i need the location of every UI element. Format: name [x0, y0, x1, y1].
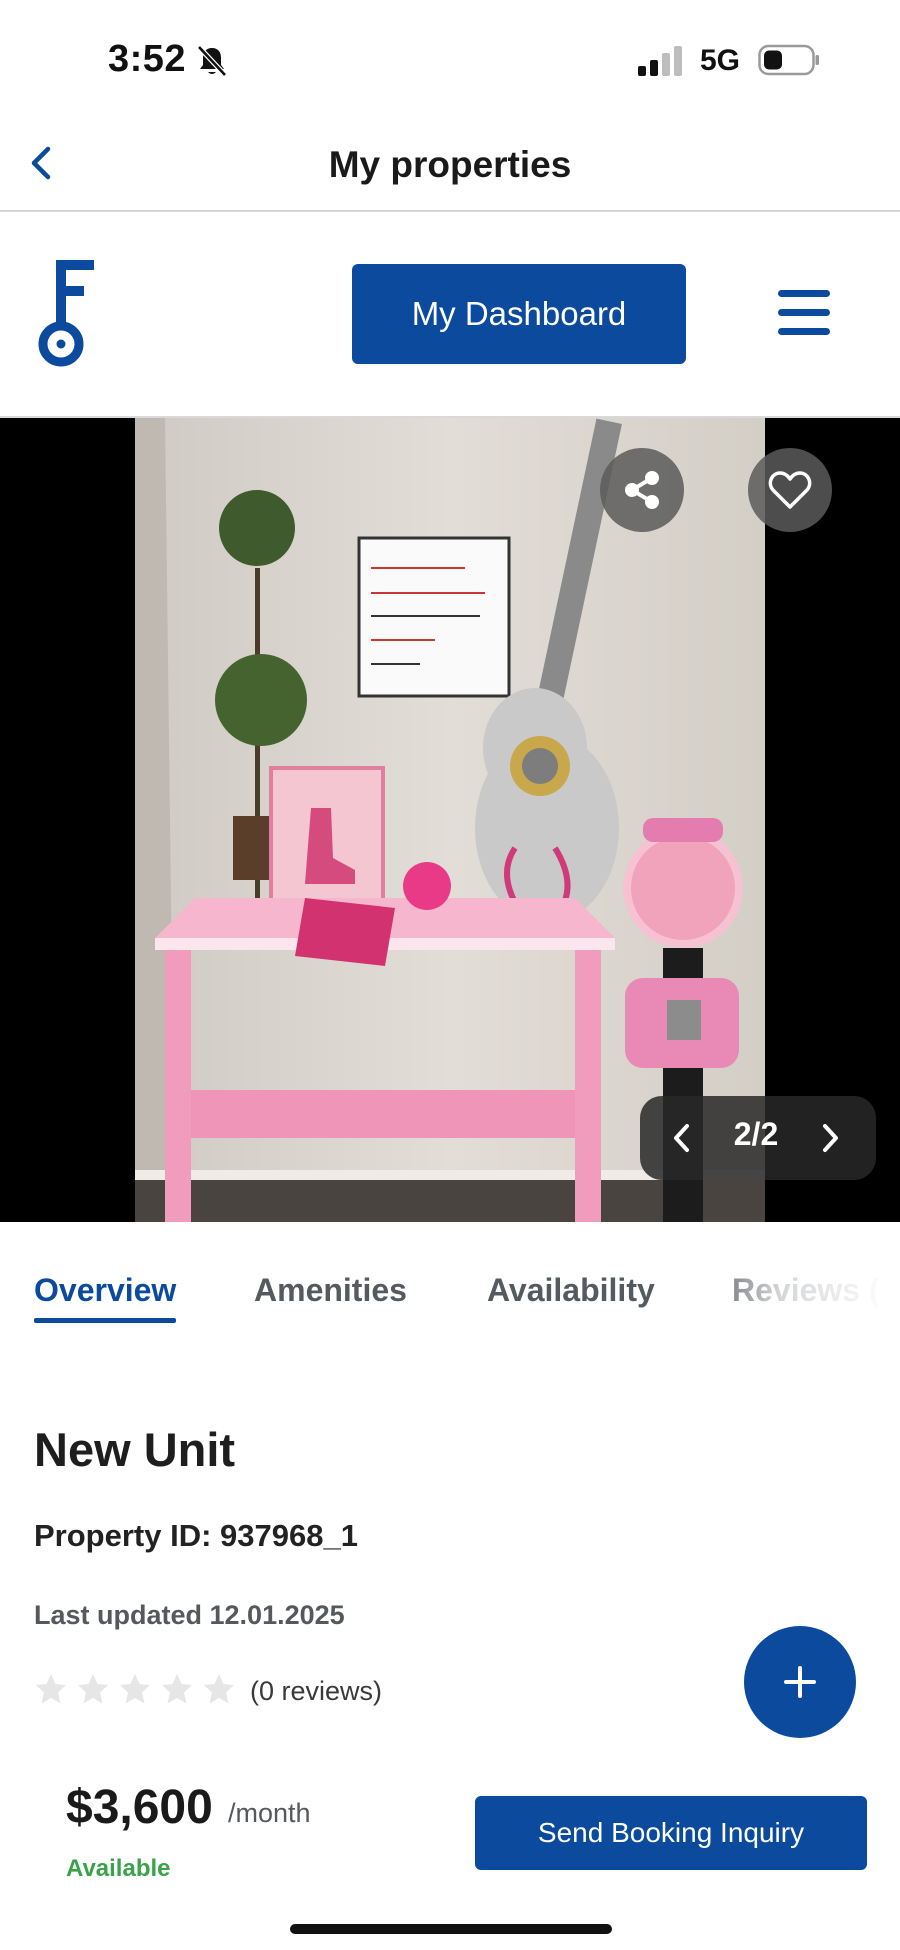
status-bar: 3:52 5G [0, 0, 900, 120]
rating-stars [34, 1672, 236, 1712]
star-icon [204, 1674, 234, 1704]
favorite-button[interactable] [748, 448, 832, 532]
reviews-count: (0 reviews) [250, 1676, 383, 1706]
photo-gallery[interactable]: 2/2 [0, 418, 900, 1222]
chevron-right-icon [823, 1124, 838, 1152]
home-indicator[interactable] [290, 1924, 612, 1934]
star-icon [120, 1674, 150, 1704]
tab-amenities[interactable]: Amenities [254, 1272, 407, 1309]
photo-counter: 2/2 [733, 1116, 779, 1152]
last-updated: Last updated 12.01.2025 [34, 1600, 345, 1630]
network-label: 5G [700, 44, 741, 77]
page-title: My properties [328, 144, 572, 185]
hamburger-menu-icon[interactable] [778, 290, 830, 336]
star-icon [162, 1674, 192, 1704]
heart-icon [768, 471, 812, 509]
nav-header: My properties [0, 120, 900, 212]
detail-tabs: Overview Amenities Availability Reviews … [0, 1222, 900, 1332]
signal-icon [638, 46, 682, 76]
add-button[interactable] [744, 1626, 856, 1738]
share-button[interactable] [600, 448, 684, 532]
availability-status: Available [66, 1855, 171, 1882]
dashboard-button[interactable]: My Dashboard [352, 264, 686, 364]
status-time: 3:52 [108, 38, 187, 80]
app-header: My Dashboard [0, 212, 900, 418]
tab-availability[interactable]: Availability [487, 1272, 655, 1309]
price-period: /month [228, 1798, 311, 1828]
previous-photo-button[interactable] [656, 1112, 708, 1164]
tab-reviews[interactable]: Reviews ( [732, 1272, 880, 1309]
listing-title: New Unit [34, 1423, 236, 1476]
price: $3,600 [66, 1781, 213, 1834]
key-logo-icon[interactable] [38, 260, 98, 370]
star-icon [78, 1674, 108, 1704]
star-icon [36, 1674, 66, 1704]
tab-overview[interactable]: Overview [34, 1272, 177, 1323]
photo-pager: 2/2 [640, 1096, 876, 1180]
battery-icon [758, 44, 819, 76]
send-booking-inquiry-button[interactable]: Send Booking Inquiry [475, 1796, 867, 1870]
share-icon [625, 471, 659, 509]
bell-off-icon [197, 45, 227, 77]
property-id: Property ID: 937968_1 [34, 1518, 358, 1553]
next-photo-button[interactable] [804, 1112, 856, 1164]
chevron-left-icon [674, 1124, 689, 1152]
plus-icon [784, 1666, 816, 1698]
